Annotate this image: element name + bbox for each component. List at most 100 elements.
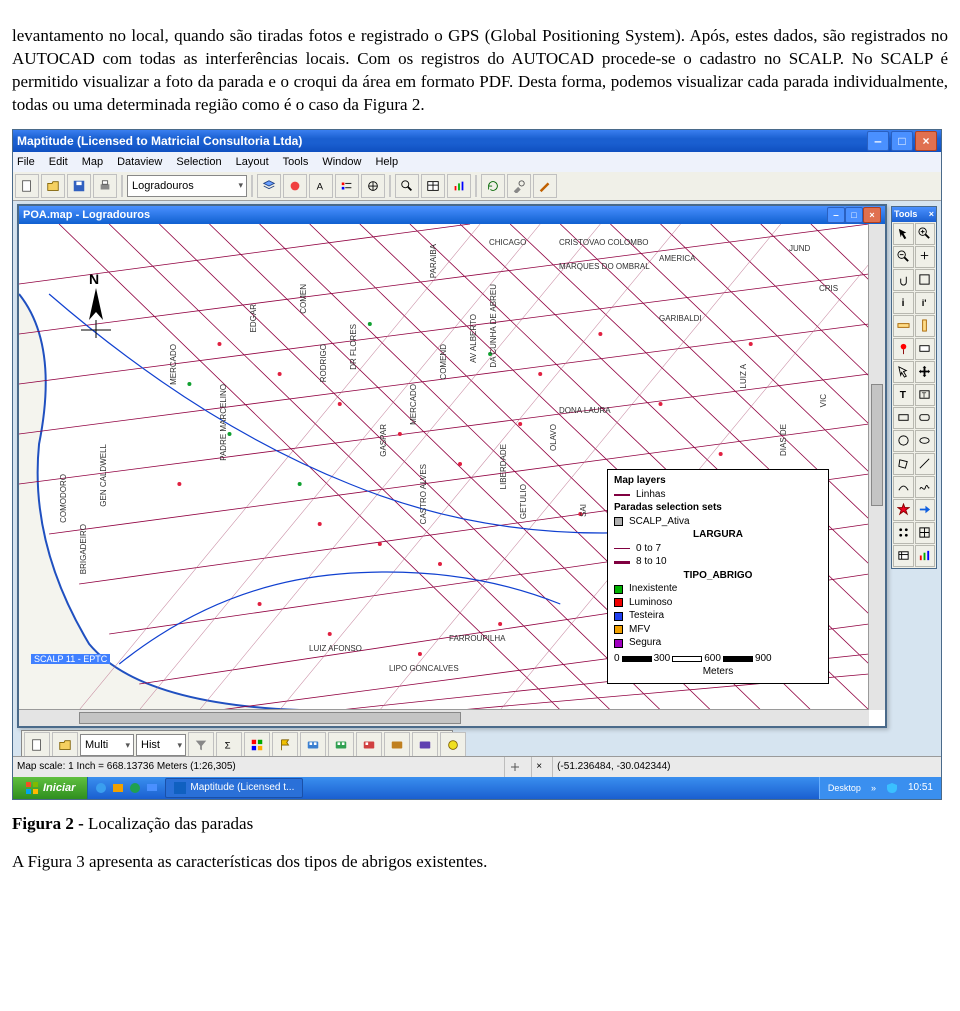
maximize-button[interactable]: □ (891, 131, 913, 151)
status-prev[interactable]: × (531, 757, 546, 777)
street-label: BRIGADEIRO (79, 524, 88, 574)
zoom-in-tool[interactable] (915, 223, 936, 245)
tools-button[interactable] (507, 174, 531, 198)
zoom-out-tool[interactable] (893, 246, 914, 268)
style-button[interactable] (283, 174, 307, 198)
draw-button[interactable] (533, 174, 557, 198)
bt-flag[interactable] (272, 732, 298, 758)
chart-button[interactable] (447, 174, 471, 198)
close-button[interactable]: × (915, 131, 937, 151)
info-tool[interactable]: i (893, 292, 914, 314)
print-button[interactable] (93, 174, 117, 198)
arrow2-tool[interactable] (893, 361, 914, 383)
layers-button[interactable] (257, 174, 281, 198)
ql-desktop-icon[interactable] (145, 781, 159, 795)
ruler-v-tool[interactable] (915, 315, 936, 337)
textbox-tool[interactable]: T (915, 384, 936, 406)
chart2-tool[interactable] (915, 545, 936, 567)
status-zoom[interactable] (504, 757, 525, 777)
start-button[interactable]: Iniciar (13, 777, 88, 799)
doc-close-button[interactable]: × (863, 207, 881, 223)
save-button[interactable] (67, 174, 91, 198)
windows-taskbar: Iniciar Maptitude (Licensed t... Desktop… (13, 777, 941, 799)
bt-theme[interactable] (440, 732, 466, 758)
hand-tool[interactable] (893, 269, 914, 291)
bt-sum[interactable]: Σ (216, 732, 242, 758)
theme-button[interactable] (361, 174, 385, 198)
new-button[interactable] (15, 174, 39, 198)
rect-tool[interactable] (893, 407, 914, 429)
polygon-tool[interactable] (893, 453, 914, 475)
street-label: VIC (819, 394, 828, 407)
ql-ie-icon[interactable] (94, 781, 108, 795)
legend-button[interactable] (335, 174, 359, 198)
minimize-button[interactable]: ‒ (867, 131, 889, 151)
arrow-shape-tool[interactable] (915, 499, 936, 521)
ql-mail-icon[interactable] (111, 781, 125, 795)
bt-open[interactable] (52, 732, 78, 758)
find-button[interactable] (395, 174, 419, 198)
bt-bus3[interactable] (356, 732, 382, 758)
tools-palette-close[interactable]: × (929, 209, 934, 219)
menu-help[interactable]: Help (375, 156, 398, 168)
map-document-title: POA.map - Logradouros (23, 209, 150, 221)
snap-tool[interactable] (893, 522, 914, 544)
bt-new[interactable] (24, 732, 50, 758)
doc-minimize-button[interactable]: ‒ (827, 207, 845, 223)
curve-tool[interactable] (893, 476, 914, 498)
info2-tool[interactable]: i' (915, 292, 936, 314)
bt-hist[interactable]: Hist (136, 734, 186, 756)
refresh-button[interactable] (481, 174, 505, 198)
bt-filter[interactable] (188, 732, 214, 758)
line-tool[interactable] (915, 453, 936, 475)
grid-tool[interactable] (915, 522, 936, 544)
menu-selection[interactable]: Selection (176, 156, 221, 168)
bt-bus4[interactable] (384, 732, 410, 758)
roundrect-tool[interactable] (915, 407, 936, 429)
bt-bus2[interactable] (328, 732, 354, 758)
table2-tool[interactable] (893, 545, 914, 567)
star-tool[interactable] (893, 499, 914, 521)
bt-color[interactable] (244, 732, 270, 758)
tray-shield-icon[interactable] (886, 782, 898, 794)
menu-file[interactable]: File (17, 156, 35, 168)
pan-tool[interactable] (915, 246, 936, 268)
bt-bus5[interactable] (412, 732, 438, 758)
freehand-tool[interactable] (915, 476, 936, 498)
menu-edit[interactable]: Edit (49, 156, 68, 168)
layer-select[interactable]: Logradouros (127, 175, 247, 197)
status-coords: (-51.236484, -30.042344) (557, 761, 670, 772)
ruler-h-tool[interactable] (893, 315, 914, 337)
map-canvas[interactable]: N COMODORO BRIGADEIRO GEN CALDWELL MERCA… (19, 224, 869, 710)
taskbar-item-maptitude[interactable]: Maptitude (Licensed t... (165, 778, 303, 798)
text-tool[interactable]: T (893, 384, 914, 406)
pin-tool[interactable] (893, 338, 914, 360)
menu-tools[interactable]: Tools (283, 156, 309, 168)
menu-map[interactable]: Map (82, 156, 103, 168)
tray-chevron-icon[interactable]: » (871, 783, 876, 793)
street-label: AV ALBERTO (469, 314, 478, 363)
legend-tipo-0: Inexistente (629, 582, 677, 596)
fit-tool[interactable] (915, 269, 936, 291)
ql-media-icon[interactable] (128, 781, 142, 795)
doc-maximize-button[interactable]: □ (845, 207, 863, 223)
svg-text:i: i (901, 298, 904, 309)
label-tool[interactable] (915, 338, 936, 360)
pointer-tool[interactable] (893, 223, 914, 245)
legend-tipo-2: Testeira (629, 609, 664, 623)
open-button[interactable] (41, 174, 65, 198)
menu-window[interactable]: Window (322, 156, 361, 168)
menu-dataview[interactable]: Dataview (117, 156, 162, 168)
horizontal-scrollbar[interactable] (19, 709, 869, 726)
tray-desktop-label[interactable]: Desktop (828, 783, 861, 793)
bt-bus1[interactable] (300, 732, 326, 758)
street-label: GETULIO (519, 484, 528, 519)
ellipse-tool[interactable] (915, 430, 936, 452)
label-button[interactable]: A (309, 174, 333, 198)
vertical-scrollbar[interactable] (868, 224, 885, 710)
table-button[interactable] (421, 174, 445, 198)
move-tool[interactable] (915, 361, 936, 383)
circle-tool[interactable] (893, 430, 914, 452)
menu-layout[interactable]: Layout (236, 156, 269, 168)
bt-multi[interactable]: Multi (80, 734, 134, 756)
